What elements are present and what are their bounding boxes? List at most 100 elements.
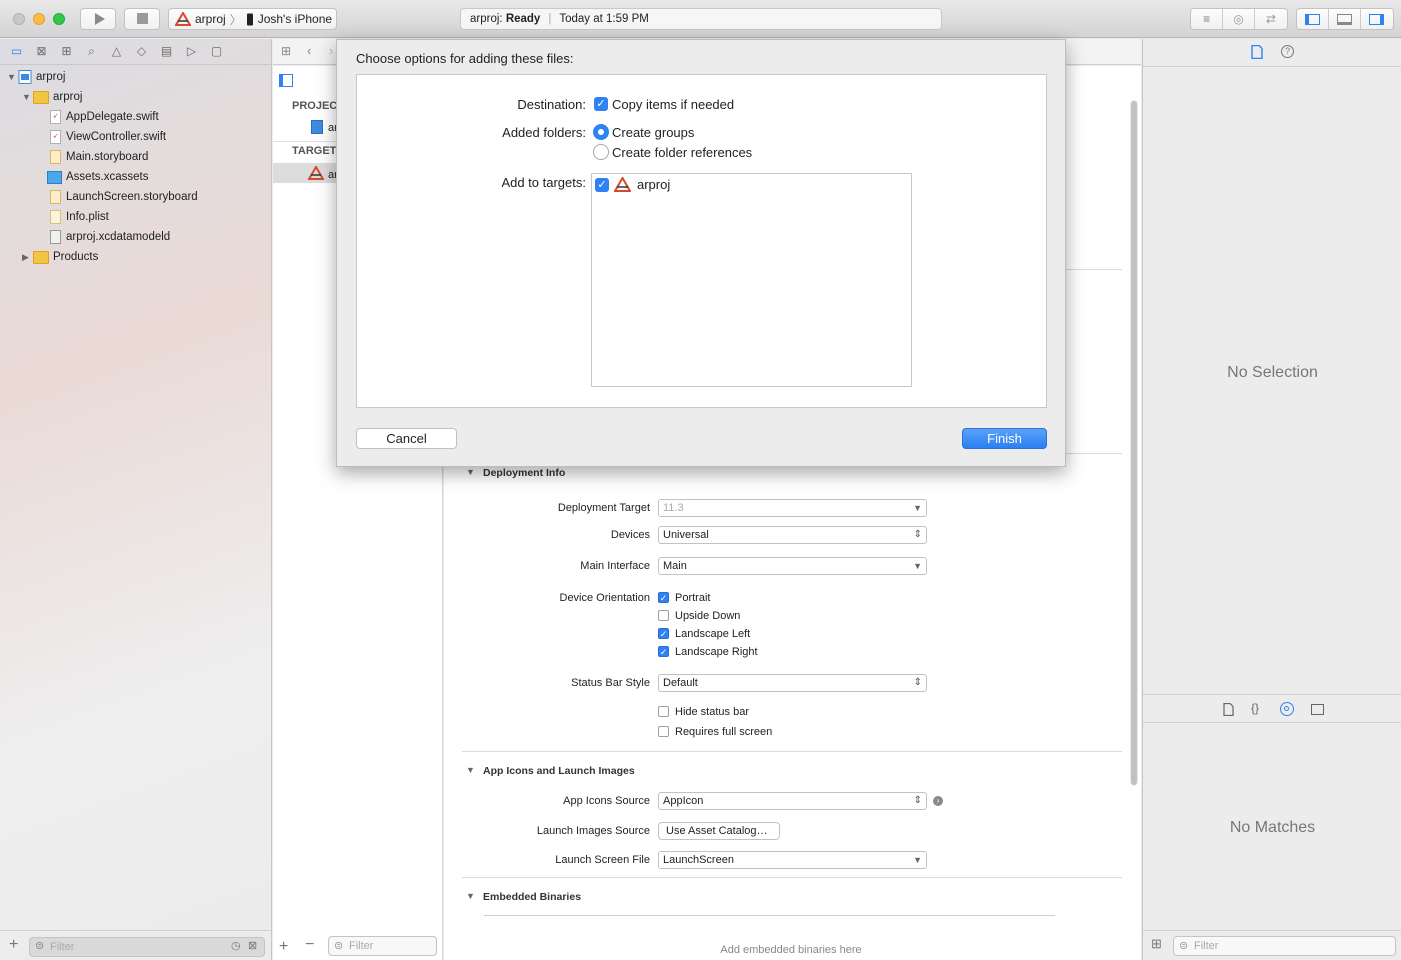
version-editor-icon[interactable]: ⇄: [1255, 9, 1287, 29]
landscape-right-label: Landscape Right: [675, 646, 758, 658]
devices-label: Devices: [610, 529, 650, 541]
left-panel-toggle-icon[interactable]: [1297, 9, 1330, 29]
filter-placeholder: Filter: [1194, 940, 1219, 952]
devices-popup[interactable]: Universal ⇕: [658, 526, 927, 544]
object-library-icon[interactable]: [1280, 702, 1294, 716]
tree-item-file[interactable]: arproj.xcdatamodeld: [0, 227, 170, 247]
activity-project: arproj:: [470, 13, 503, 25]
assistant-editor-icon[interactable]: ◎: [1223, 9, 1255, 29]
grid-view-icon[interactable]: ⊞: [1151, 936, 1162, 952]
symbol-icon[interactable]: ⊞: [59, 44, 74, 59]
forward-icon[interactable]: ›: [329, 43, 333, 58]
library-filter-input[interactable]: Filter: [1173, 936, 1396, 956]
tree-item-file[interactable]: ➶ ViewController.swift: [0, 127, 166, 147]
add-target-icon[interactable]: +: [279, 938, 288, 956]
upside-down-checkbox[interactable]: [658, 610, 669, 621]
launch-screen-file-combo[interactable]: LaunchScreen ▼: [658, 851, 927, 869]
source-control-icon[interactable]: ⊠: [34, 44, 49, 59]
scheme-device: Josh's iPhone: [257, 12, 333, 26]
copy-items-checkbox[interactable]: ✓: [594, 97, 608, 111]
swift-file-icon: ➶: [50, 110, 61, 124]
debug-icon[interactable]: ▤: [159, 44, 174, 59]
deployment-target-combo[interactable]: 11.3 ▼: [658, 499, 927, 517]
scrollbar-track[interactable]: [1130, 100, 1138, 786]
tree-item-project[interactable]: ▼ arproj: [0, 67, 65, 87]
stop-button[interactable]: [124, 8, 160, 30]
standard-editor-icon[interactable]: ≡: [1191, 9, 1224, 29]
back-icon[interactable]: ‹: [307, 43, 311, 58]
help-icon[interactable]: ?: [1281, 45, 1294, 58]
disclosure-down-icon[interactable]: ▼: [18, 92, 33, 102]
run-button[interactable]: [80, 8, 116, 30]
target-checkbox[interactable]: ✓: [595, 178, 609, 192]
tree-item-folder[interactable]: ▶ Products: [0, 247, 98, 267]
disclosure-right-icon[interactable]: ▶: [18, 252, 33, 263]
navigator-filter-input[interactable]: Filter: [29, 937, 265, 957]
minimize-window-button[interactable]: [33, 13, 45, 25]
recent-files-icon[interactable]: ◷: [231, 939, 241, 952]
folder-icon[interactable]: ▭: [9, 44, 24, 59]
divider: [462, 877, 1122, 878]
media-library-icon[interactable]: [1311, 704, 1324, 715]
breakpoint-icon[interactable]: ▷: [184, 44, 199, 59]
warning-icon[interactable]: △: [109, 44, 124, 59]
modified-files-icon[interactable]: ⊠: [248, 939, 257, 952]
project-section-header: PROJEC: [292, 100, 338, 112]
main-interface-combo[interactable]: Main ▼: [658, 557, 927, 575]
tree-item-file[interactable]: Info.plist: [0, 207, 109, 227]
file-inspector-icon[interactable]: [1251, 45, 1263, 59]
disclosure-down-icon[interactable]: ▼: [466, 765, 475, 775]
bottom-panel-toggle-icon[interactable]: [1329, 9, 1361, 29]
add-files-options-sheet: Choose options for adding these files: D…: [336, 39, 1066, 467]
tree-item-file[interactable]: Assets.xcassets: [0, 167, 148, 187]
test-icon[interactable]: ◇: [134, 44, 149, 59]
use-asset-catalog-button[interactable]: Use Asset Catalog…: [658, 822, 780, 840]
library-tabs: {}: [1143, 694, 1401, 723]
scrollbar-thumb[interactable]: [1131, 101, 1137, 785]
right-panel-toggle-icon[interactable]: [1361, 9, 1393, 29]
folder-icon: [33, 90, 49, 104]
destination-label: Destination:: [517, 97, 586, 112]
navigator-selector-bar: ▭ ⊠ ⊞ ⌕ △ ◇ ▤ ▷ ▢: [0, 39, 272, 65]
storyboard-file-icon: [50, 190, 61, 204]
app-icons-source-popup[interactable]: AppIcon ⇕: [658, 792, 927, 810]
cancel-button[interactable]: Cancel: [356, 428, 457, 449]
create-folder-references-radio[interactable]: [593, 144, 609, 160]
landscape-left-checkbox[interactable]: ✓: [658, 628, 669, 639]
close-window-button[interactable]: [13, 13, 25, 25]
scheme-selector[interactable]: arproj 〉 Josh's iPhone: [168, 8, 337, 30]
landscape-right-checkbox[interactable]: ✓: [658, 646, 669, 657]
zoom-window-button[interactable]: [53, 13, 65, 25]
device-orientation-label: Device Orientation: [559, 592, 651, 604]
tree-item-file[interactable]: Main.storyboard: [0, 147, 148, 167]
requires-full-screen-checkbox[interactable]: [658, 726, 669, 737]
related-items-icon[interactable]: ⊞: [281, 44, 291, 58]
search-icon[interactable]: ⌕: [84, 44, 99, 59]
portrait-checkbox[interactable]: ✓: [658, 592, 669, 603]
disclosure-down-icon[interactable]: ▼: [0, 72, 18, 82]
status-bar-style-popup[interactable]: Default ⇕: [658, 674, 927, 692]
remove-target-icon[interactable]: −: [305, 936, 314, 954]
hide-status-bar-label: Hide status bar: [675, 706, 749, 718]
report-icon[interactable]: ▢: [209, 44, 224, 59]
go-to-arrow-icon[interactable]: ›: [933, 796, 943, 806]
finish-button[interactable]: Finish: [962, 428, 1047, 449]
status-bar-style-label: Status Bar Style: [571, 677, 650, 689]
status-bar-style-value: Default: [663, 677, 698, 689]
disclosure-down-icon[interactable]: ▼: [466, 891, 475, 901]
tree-item-folder[interactable]: ▼ arproj: [0, 87, 82, 107]
devices-value: Universal: [663, 529, 709, 541]
target-filter-input[interactable]: Filter: [328, 936, 437, 956]
disclosure-down-icon[interactable]: ▼: [466, 467, 475, 477]
datamodel-file-icon: [50, 230, 61, 244]
file-template-icon[interactable]: [1223, 703, 1234, 716]
hide-list-icon[interactable]: [279, 74, 293, 87]
project-file-icon: [18, 70, 32, 84]
add-icon[interactable]: +: [9, 936, 18, 954]
hide-status-bar-checkbox[interactable]: [658, 706, 669, 717]
create-groups-radio[interactable]: [593, 124, 609, 140]
code-snippet-icon[interactable]: {}: [1251, 701, 1259, 715]
tree-item-file[interactable]: LaunchScreen.storyboard: [0, 187, 198, 207]
main-interface-label: Main Interface: [580, 560, 650, 572]
tree-item-file[interactable]: ➶ AppDelegate.swift: [0, 107, 159, 127]
